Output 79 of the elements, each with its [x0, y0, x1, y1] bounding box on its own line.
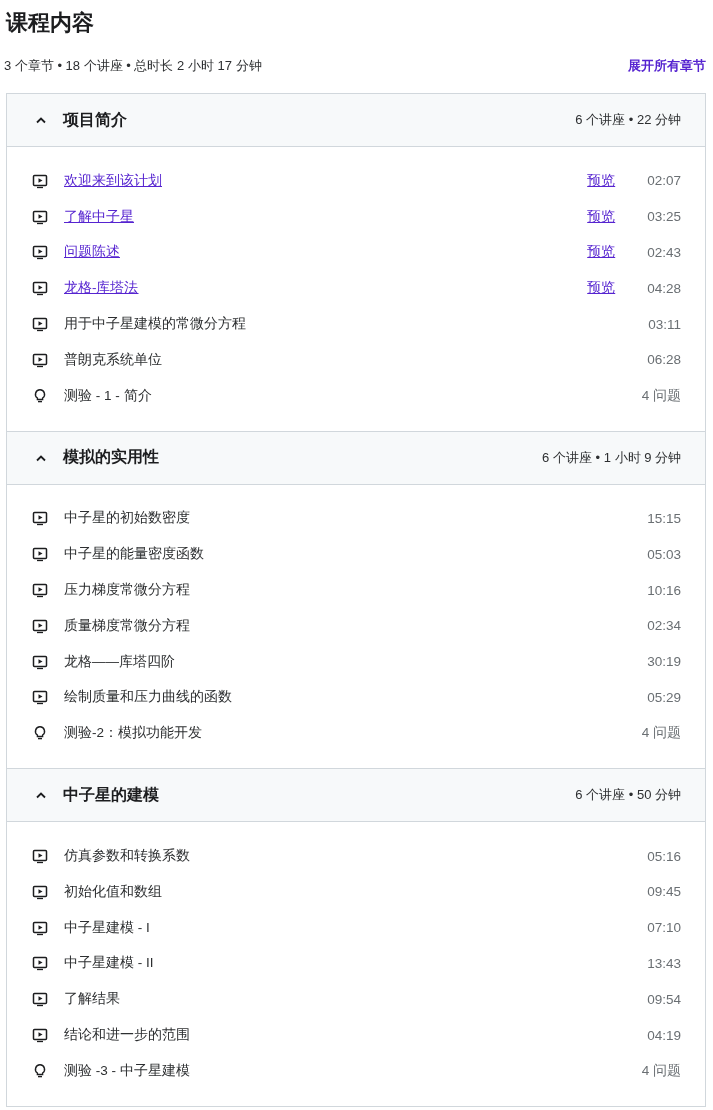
lecture-title: 绘制质量和压力曲线的函数	[64, 688, 232, 707]
lecture-duration: 05:03	[647, 546, 681, 562]
video-icon	[32, 653, 48, 670]
section-header[interactable]: 中子星的建模 6 个讲座 • 50 分钟	[7, 768, 705, 823]
video-icon	[32, 689, 48, 706]
lecture-title: 中子星的能量密度函数	[64, 545, 204, 564]
lecture-duration: 05:29	[647, 689, 681, 705]
lecture-duration: 03:25	[647, 209, 681, 225]
lecture-title: 中子星建模 - I	[64, 918, 150, 937]
lecture-link[interactable]: 问题陈述	[64, 243, 120, 262]
video-icon	[32, 172, 48, 189]
expand-all-link[interactable]: 展开所有章节	[628, 57, 706, 75]
video-icon	[32, 351, 48, 368]
lecture-link[interactable]: 了解中子星	[64, 207, 134, 226]
section-meta: 6 个讲座 • 50 分钟	[575, 786, 681, 805]
lecture-duration: 06:28	[647, 352, 681, 368]
video-icon	[32, 617, 48, 634]
lecture-duration: 10:16	[647, 582, 681, 598]
lecture-duration: 03:11	[648, 316, 681, 332]
lecture-duration: 02:34	[647, 618, 681, 634]
video-icon	[32, 919, 48, 936]
lecture-title: 初始化值和数组	[64, 882, 162, 901]
lecture-duration: 09:45	[647, 884, 681, 900]
lecture-duration: 04:28	[647, 280, 681, 296]
page-title: 课程内容	[6, 9, 95, 37]
lecture-duration: 4 问题	[641, 386, 681, 405]
section-meta: 6 个讲座 • 1 小时 9 分钟	[542, 448, 681, 467]
video-icon	[32, 955, 48, 972]
lecture-title: 质量梯度常微分方程	[64, 616, 190, 635]
video-icon	[32, 848, 48, 865]
preview-link[interactable]: 预览	[587, 207, 616, 226]
lecture-title: 用于中子星建模的常微分方程	[64, 315, 246, 334]
section-meta: 6 个讲座 • 22 分钟	[575, 111, 681, 129]
lecture-duration: 02:43	[647, 245, 681, 260]
video-icon	[32, 510, 48, 527]
video-icon	[32, 546, 48, 563]
lecture-title: 了解结果	[64, 990, 120, 1009]
lightbulb-icon	[32, 1062, 48, 1079]
lecture-duration: 4 问题	[641, 1061, 681, 1080]
lecture-title: 普朗克系统单位	[64, 350, 162, 369]
lecture-title: 压力梯度常微分方程	[64, 581, 190, 600]
lecture-title: 结论和进一步的范围	[64, 1026, 190, 1045]
preview-link[interactable]: 预览	[587, 171, 616, 190]
lecture-link[interactable]: 龙格-库塔法	[64, 279, 139, 298]
lecture-duration: 4 问题	[641, 724, 681, 743]
lecture-title: 测验 -3 - 中子星建模	[64, 1061, 190, 1080]
lecture-duration: 13:43	[647, 955, 681, 971]
lecture-duration: 30:19	[647, 654, 681, 670]
lecture-duration: 04:19	[647, 1027, 681, 1043]
section-title: 模拟的实用性	[63, 447, 159, 468]
lecture-link[interactable]: 欢迎来到该计划	[64, 171, 162, 190]
lecture-duration: 05:16	[647, 848, 681, 864]
lecture-title: 中子星建模 - II	[64, 954, 154, 973]
lecture-title: 测验 - 1 - 简介	[64, 386, 152, 405]
lecture-duration: 15:15	[647, 510, 681, 526]
video-icon	[32, 1027, 48, 1044]
lightbulb-icon	[32, 387, 48, 404]
lecture-title: 中子星的初始数密度	[64, 509, 190, 528]
preview-link[interactable]: 预览	[587, 279, 616, 298]
section-title: 项目简介	[63, 109, 127, 130]
course-summary: 3 个章节 • 18 个讲座 • 总时长 2 小时 17 分钟	[4, 57, 262, 75]
section-header[interactable]: 项目简介 6 个讲座 • 22 分钟	[7, 94, 705, 147]
lecture-duration: 09:54	[647, 991, 681, 1007]
video-icon	[32, 244, 48, 261]
lightbulb-icon	[32, 725, 48, 742]
lecture-duration: 02:07	[647, 173, 681, 189]
video-icon	[32, 208, 48, 225]
section-title: 中子星的建模	[63, 784, 159, 805]
lecture-duration: 07:10	[647, 920, 681, 936]
video-icon	[32, 280, 48, 297]
lecture-title: 测验-2：模拟功能开发	[64, 724, 202, 743]
lecture-title: 龙格——库塔四阶	[64, 652, 175, 671]
preview-link[interactable]: 预览	[587, 243, 616, 262]
video-icon	[32, 991, 48, 1008]
video-icon	[32, 883, 48, 900]
section-header[interactable]: 模拟的实用性 6 个讲座 • 1 小时 9 分钟	[7, 430, 705, 485]
video-icon	[32, 316, 48, 333]
lecture-title: 仿真参数和转换系数	[64, 847, 190, 866]
video-icon	[32, 582, 48, 599]
